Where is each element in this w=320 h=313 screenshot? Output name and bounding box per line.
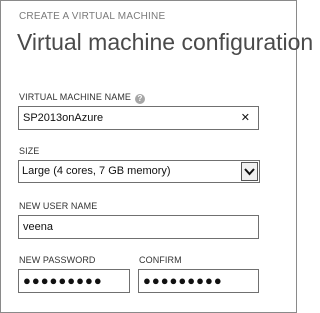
wizard-step-label: CREATE A VIRTUAL MACHINE [19,11,166,22]
confirm-password-value: ●●●●●●●●● [143,273,223,288]
vm-name-value: SP2013onAzure [23,112,104,124]
confirm-label: CONFIRM [139,255,182,265]
vm-name-label-row: VIRTUAL MACHINE NAME? [19,92,146,104]
size-selected-value: Large (4 cores, 7 GB memory) [22,165,171,177]
new-user-value: veena [23,221,53,233]
confirm-password-input[interactable]: ●●●●●●●●● [138,269,259,293]
vm-name-label: VIRTUAL MACHINE NAME [19,92,132,102]
size-select[interactable]: Large (4 cores, 7 GB memory) [18,160,260,183]
chevron-down-icon[interactable] [241,162,258,181]
new-user-input[interactable]: veena [18,215,259,239]
help-icon[interactable]: ? [135,94,146,104]
page-title: Virtual machine configuration [17,29,314,55]
vm-name-input[interactable]: SP2013onAzure ✕ [18,106,259,130]
password-input[interactable]: ●●●●●●●●● [18,269,130,293]
size-label: SIZE [19,146,40,156]
new-user-label: NEW USER NAME [19,201,98,211]
password-value: ●●●●●●●●● [23,273,103,288]
dialog-frame: CREATE A VIRTUAL MACHINE Virtual machine… [0,0,313,313]
password-label: NEW PASSWORD [19,255,96,265]
clear-icon[interactable]: ✕ [241,107,250,129]
